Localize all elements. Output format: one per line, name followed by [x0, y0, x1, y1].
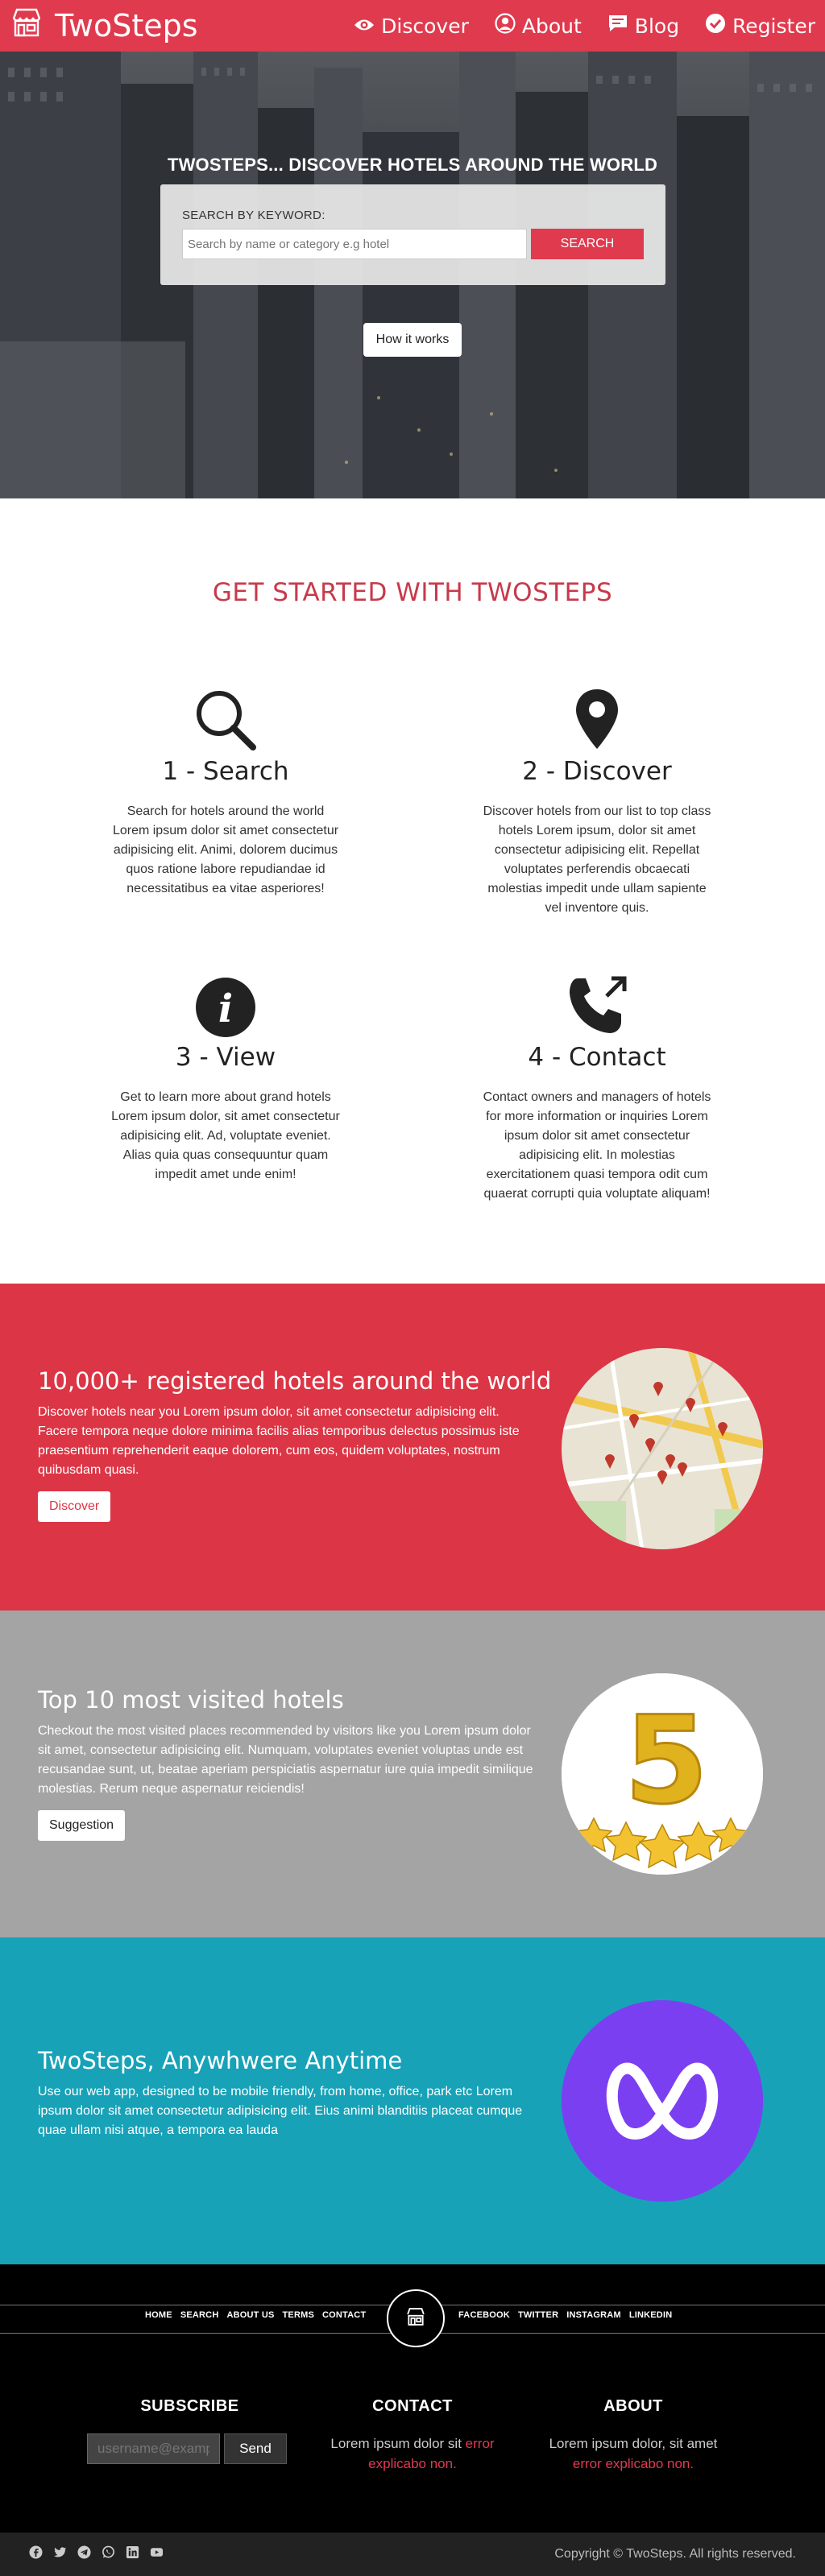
step-view: i 3 - View Get to learn more about grand…: [101, 965, 350, 1185]
band-registered-hotels: 10,000+ registered hotels around the wor…: [0, 1284, 825, 1611]
svg-text:5: 5: [624, 1691, 708, 1831]
footer-link-instagram[interactable]: INSTAGRAM: [566, 2310, 621, 2320]
nav-links: Discover About Blog Register: [354, 13, 815, 39]
contact-text: Lorem ipsum dolor sit error explicabo no…: [316, 2433, 509, 2474]
bottom-bar: Copyright © TwoSteps. All rights reserve…: [0, 2533, 825, 2576]
footer-logo[interactable]: [387, 2289, 445, 2347]
suggestion-button[interactable]: Suggestion: [38, 1810, 126, 1841]
hero-title: TWOSTEPS... DISCOVER HOTELS AROUND THE W…: [167, 155, 658, 175]
footer-link-terms[interactable]: TERMS: [283, 2310, 315, 2320]
step-title: 3 - View: [175, 1043, 276, 1072]
five-stars-image: 5: [562, 1673, 763, 1875]
linkedin-icon[interactable]: [126, 2545, 139, 2563]
band-title: Top 10 most visited hotels: [38, 1686, 344, 1714]
band-title: TwoSteps, Anywhwere Anytime: [38, 2047, 403, 2074]
step-title: 1 - Search: [162, 757, 289, 786]
hero: TWOSTEPS... DISCOVER HOTELS AROUND THE W…: [0, 52, 825, 498]
nav-about[interactable]: About: [495, 13, 582, 39]
check-circle-icon: [705, 13, 726, 39]
subscribe-send-button[interactable]: Send: [224, 2433, 287, 2464]
about-text: Lorem ipsum dolor, sit amet error explic…: [537, 2433, 730, 2474]
whatsapp-icon[interactable]: [102, 2545, 115, 2563]
footer-link-search[interactable]: SEARCH: [180, 2310, 219, 2320]
discover-button[interactable]: Discover: [38, 1491, 111, 1522]
nav-blog[interactable]: Blog: [607, 14, 679, 38]
get-started-title: GET STARTED WITH TWOSTEPS: [212, 578, 613, 607]
svg-text:i: i: [218, 986, 233, 1032]
search-panel: SEARCH BY KEYWORD: SEARCH: [160, 184, 665, 285]
footer-link-about[interactable]: ABOUT US: [226, 2310, 274, 2320]
store-icon: [10, 6, 44, 47]
footer: HOME SEARCH ABOUT US TERMS CONTACT FACEB…: [0, 2264, 825, 2576]
contact-column: CONTACT Lorem ipsum dolor sit error expl…: [316, 2397, 509, 2474]
band-content: 10,000+ registered hotels around the wor…: [38, 1367, 551, 1522]
map-image: [562, 1348, 763, 1549]
nav-register-label: Register: [732, 14, 815, 38]
step-text: Discover hotels from our list to top cla…: [483, 804, 711, 915]
store-icon: [405, 2306, 426, 2331]
about-title: ABOUT: [603, 2397, 663, 2415]
eye-icon: [354, 14, 375, 38]
step-search: 1 - Search Search for hotels around the …: [101, 680, 350, 899]
info-icon: i: [101, 965, 350, 1038]
contact-text-body: Lorem ipsum dolor sit: [330, 2436, 462, 2451]
band-anywhere: TwoSteps, Anywhwere Anytime Use our web …: [0, 1937, 825, 2264]
subscribe-column: SUBSCRIBE Send: [87, 2397, 292, 2464]
subscribe-title: SUBSCRIBE: [140, 2397, 239, 2415]
about-text-error: error explicabo non.: [572, 2456, 694, 2471]
band-text: Use our web app, designed to be mobile f…: [38, 2085, 523, 2137]
footer-link-twitter[interactable]: TWITTER: [518, 2310, 558, 2320]
footer-link-facebook[interactable]: FACEBOOK: [458, 2310, 510, 2320]
navbar: TwoSteps Discover About Blog Register: [0, 0, 825, 52]
step-text: Contact owners and managers of hotels fo…: [483, 1090, 711, 1201]
band-content: Top 10 most visited hotels Checkout the …: [38, 1686, 537, 1841]
copyright: Copyright © TwoSteps. All rights reserve…: [554, 2547, 796, 2561]
step-text: Get to learn more about grand hotels Lor…: [111, 1090, 340, 1181]
twitter-icon[interactable]: [53, 2545, 67, 2563]
search-button[interactable]: SEARCH: [531, 229, 644, 259]
brand[interactable]: TwoSteps: [10, 6, 198, 47]
nav-discover[interactable]: Discover: [354, 14, 469, 38]
nav-blog-label: Blog: [634, 14, 680, 38]
search-label: SEARCH BY KEYWORD:: [182, 209, 325, 222]
band-title: 10,000+ registered hotels around the wor…: [38, 1367, 552, 1395]
app-logo-image: [562, 2000, 763, 2202]
footer-link-home[interactable]: HOME: [145, 2310, 172, 2320]
band-content: TwoSteps, Anywhwere Anytime Use our web …: [38, 2047, 537, 2140]
step-contact: 4 - Contact Contact owners and managers …: [472, 965, 722, 1204]
get-started-section: GET STARTED WITH TWOSTEPS 1 - Search Sea…: [0, 498, 825, 1284]
step-discover: 2 - Discover Discover hotels from our li…: [472, 680, 722, 918]
nav-about-label: About: [521, 14, 582, 38]
chat-bubble-icon: [607, 14, 628, 38]
how-it-works-button[interactable]: How it works: [363, 323, 462, 357]
subscribe-form: Send: [87, 2433, 292, 2464]
subscribe-email-input[interactable]: [87, 2433, 220, 2464]
telegram-icon[interactable]: [77, 2545, 91, 2563]
step-text: Search for hotels around the world Lorem…: [112, 804, 339, 895]
band-top-hotels: Top 10 most visited hotels Checkout the …: [0, 1611, 825, 1937]
about-column: ABOUT Lorem ipsum dolor, sit amet error …: [537, 2397, 730, 2474]
footer-link-contact[interactable]: CONTACT: [322, 2310, 366, 2320]
contact-title: CONTACT: [372, 2397, 453, 2415]
phone-outgoing-icon: [472, 965, 722, 1038]
footer-right-links: FACEBOOK TWITTER INSTAGRAM LINKEDIN: [458, 2310, 672, 2320]
band-text: Discover hotels near you Lorem ipsum dol…: [38, 1405, 520, 1477]
band-text: Checkout the most visited places recomme…: [38, 1724, 533, 1796]
nav-register[interactable]: Register: [705, 13, 815, 39]
social-icons: [29, 2545, 164, 2563]
step-title: 2 - Discover: [522, 757, 672, 786]
nav-discover-label: Discover: [381, 14, 469, 38]
step-title: 4 - Contact: [528, 1043, 666, 1072]
facebook-icon[interactable]: [29, 2545, 43, 2563]
map-pin-icon: [472, 680, 722, 752]
search-input[interactable]: [182, 229, 527, 259]
about-text-body: Lorem ipsum dolor, sit amet: [549, 2436, 718, 2451]
brand-name: TwoSteps: [55, 8, 198, 43]
footer-left-links: HOME SEARCH ABOUT US TERMS CONTACT: [145, 2310, 366, 2320]
footer-link-linkedin[interactable]: LINKEDIN: [629, 2310, 673, 2320]
youtube-icon[interactable]: [150, 2545, 164, 2563]
user-circle-icon: [495, 13, 516, 39]
search-row: SEARCH: [182, 229, 645, 259]
search-icon: [101, 680, 350, 752]
